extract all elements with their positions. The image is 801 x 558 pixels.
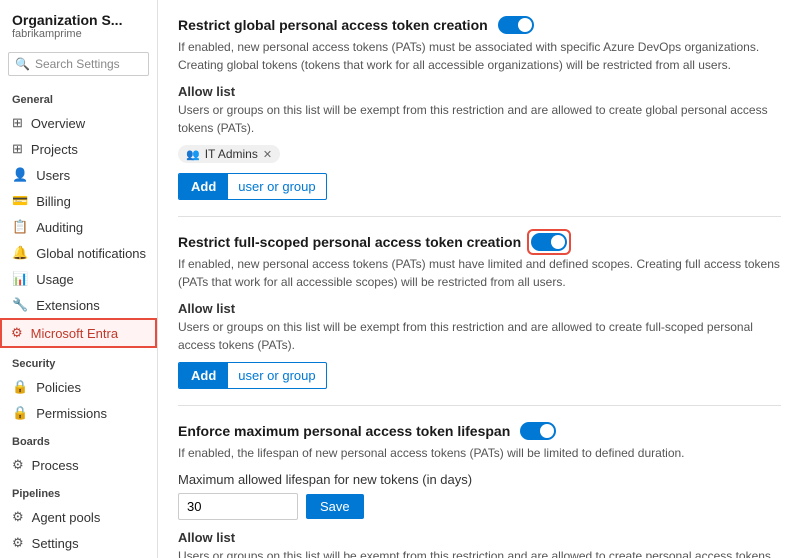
sidebar-label-usage: Usage xyxy=(36,272,74,287)
sidebar-item-users[interactable]: 👤 Users xyxy=(0,162,157,188)
org-sub: fabrikamprime xyxy=(12,28,145,40)
max-lifespan-allow-list-desc: Users or groups on this list will be exe… xyxy=(178,547,781,558)
max-lifespan-allow-list: Allow list Users or groups on this list … xyxy=(178,530,781,558)
agent-pools-icon: ⚙ xyxy=(12,509,24,525)
sidebar-label-projects: Projects xyxy=(31,142,78,157)
full-scoped-pat-toggle[interactable] xyxy=(531,233,567,251)
max-lifespan-allow-list-title: Allow list xyxy=(178,530,781,545)
tag-label: IT Admins xyxy=(205,147,258,161)
sidebar-item-extensions[interactable]: 🔧 Extensions xyxy=(0,292,157,318)
max-lifespan-toggle-thumb xyxy=(540,424,554,438)
notifications-icon: 🔔 xyxy=(12,245,28,261)
full-scoped-pat-allow-list: Allow list Users or groups on this list … xyxy=(178,301,781,389)
sidebar-item-settings[interactable]: ⚙ Settings xyxy=(0,530,157,556)
sidebar-label-billing: Billing xyxy=(36,194,71,209)
sidebar-item-auditing[interactable]: 📋 Auditing xyxy=(0,214,157,240)
it-admins-tag: 👥 IT Admins ✕ xyxy=(178,145,280,163)
sidebar-item-agent-pools[interactable]: ⚙ Agent pools xyxy=(0,504,157,530)
section-pipelines: Pipelines xyxy=(0,478,157,504)
add-text[interactable]: user or group xyxy=(228,363,325,388)
sidebar-label-users: Users xyxy=(36,168,70,183)
full-scoped-pat-toggle-thumb xyxy=(551,235,565,249)
sidebar-label-process: Process xyxy=(32,458,79,473)
section-boards: Boards xyxy=(0,426,157,452)
global-pat-title: Restrict global personal access token cr… xyxy=(178,16,781,34)
sidebar-item-permissions[interactable]: 🔒 Permissions xyxy=(0,400,157,426)
permissions-icon: 🔒 xyxy=(12,405,28,421)
full-scoped-allow-list-title: Allow list xyxy=(178,301,781,316)
max-lifespan-toggle-track xyxy=(520,422,556,440)
sidebar-label-microsoft-entra: Microsoft Entra xyxy=(31,326,118,341)
sidebar-item-overview[interactable]: ⊞ Overview xyxy=(0,110,157,136)
full-scoped-pat-toggle-track xyxy=(531,233,567,251)
max-lifespan-label: Maximum allowed lifespan for new tokens … xyxy=(178,472,781,487)
microsoft-entra-icon: ⚙ xyxy=(11,325,23,341)
tag-close-icon[interactable]: ✕ xyxy=(263,148,272,161)
billing-icon: 💳 xyxy=(12,193,28,209)
max-lifespan-input[interactable] xyxy=(178,493,298,520)
sidebar: Organization S... fabrikamprime 🔍 Search… xyxy=(0,0,158,558)
sidebar-label-extensions: Extensions xyxy=(36,298,100,313)
process-icon: ⚙ xyxy=(12,457,24,473)
max-lifespan-toggle[interactable] xyxy=(520,422,556,440)
global-pat-tags: 👥 IT Admins ✕ xyxy=(178,145,781,163)
sidebar-item-process[interactable]: ⚙ Process xyxy=(0,452,157,478)
global-pat-add-button[interactable]: Add user or group xyxy=(178,173,327,200)
overview-icon: ⊞ xyxy=(12,115,23,131)
org-name: Organization S... xyxy=(12,12,145,28)
sidebar-item-policies[interactable]: 🔒 Policies xyxy=(0,374,157,400)
max-lifespan-title: Enforce maximum personal access token li… xyxy=(178,422,781,440)
full-scoped-pat-desc: If enabled, new personal access tokens (… xyxy=(178,255,781,291)
projects-icon: ⊞ xyxy=(12,141,23,157)
sidebar-label-global-notifications: Global notifications xyxy=(36,246,146,261)
global-pat-toggle[interactable] xyxy=(498,16,534,34)
global-pat-block: Restrict global personal access token cr… xyxy=(178,0,781,217)
max-lifespan-input-row: Save xyxy=(178,493,781,520)
section-general: General xyxy=(0,84,157,110)
sidebar-label-permissions: Permissions xyxy=(36,406,107,421)
full-scoped-pat-block: Restrict full-scoped personal access tok… xyxy=(178,217,781,406)
sidebar-item-billing[interactable]: 💳 Billing xyxy=(0,188,157,214)
settings-icon: ⚙ xyxy=(12,535,24,551)
global-pat-desc: If enabled, new personal access tokens (… xyxy=(178,38,781,74)
save-button[interactable]: Save xyxy=(306,494,364,519)
add-label[interactable]: Add xyxy=(179,363,228,388)
sidebar-label-settings: Settings xyxy=(32,536,79,551)
usage-icon: 📊 xyxy=(12,271,28,287)
sidebar-item-projects[interactable]: ⊞ Projects xyxy=(0,136,157,162)
sidebar-item-microsoft-entra[interactable]: ⚙ Microsoft Entra xyxy=(0,318,157,348)
users-icon: 👤 xyxy=(12,167,28,183)
section-security: Security xyxy=(0,348,157,374)
global-pat-toggle-thumb xyxy=(518,18,532,32)
full-scoped-allow-list-desc: Users or groups on this list will be exe… xyxy=(178,318,781,354)
search-icon: 🔍 xyxy=(15,57,30,71)
sidebar-item-usage[interactable]: 📊 Usage xyxy=(0,266,157,292)
full-scoped-add-button[interactable]: Add user or group xyxy=(178,362,327,389)
policies-icon: 🔒 xyxy=(12,379,28,395)
org-header: Organization S... fabrikamprime xyxy=(0,0,157,44)
search-placeholder: Search Settings xyxy=(35,57,120,71)
add-text[interactable]: user or group xyxy=(228,174,325,199)
full-scoped-pat-title: Restrict full-scoped personal access tok… xyxy=(178,233,781,251)
sidebar-label-auditing: Auditing xyxy=(36,220,83,235)
extensions-icon: 🔧 xyxy=(12,297,28,313)
add-label[interactable]: Add xyxy=(179,174,228,199)
sidebar-label-policies: Policies xyxy=(36,380,81,395)
main-content: Restrict global personal access token cr… xyxy=(158,0,801,558)
sidebar-label-agent-pools: Agent pools xyxy=(32,510,101,525)
global-pat-allow-list: Allow list Users or groups on this list … xyxy=(178,84,781,200)
search-box[interactable]: 🔍 Search Settings xyxy=(8,52,149,76)
global-pat-allow-list-desc: Users or groups on this list will be exe… xyxy=(178,101,781,137)
global-pat-allow-list-title: Allow list xyxy=(178,84,781,99)
max-lifespan-desc: If enabled, the lifespan of new personal… xyxy=(178,444,781,462)
global-pat-toggle-track xyxy=(498,16,534,34)
tag-user-icon: 👥 xyxy=(186,148,200,161)
sidebar-item-global-notifications[interactable]: 🔔 Global notifications xyxy=(0,240,157,266)
auditing-icon: 📋 xyxy=(12,219,28,235)
sidebar-label-overview: Overview xyxy=(31,116,85,131)
max-lifespan-block: Enforce maximum personal access token li… xyxy=(178,406,781,558)
